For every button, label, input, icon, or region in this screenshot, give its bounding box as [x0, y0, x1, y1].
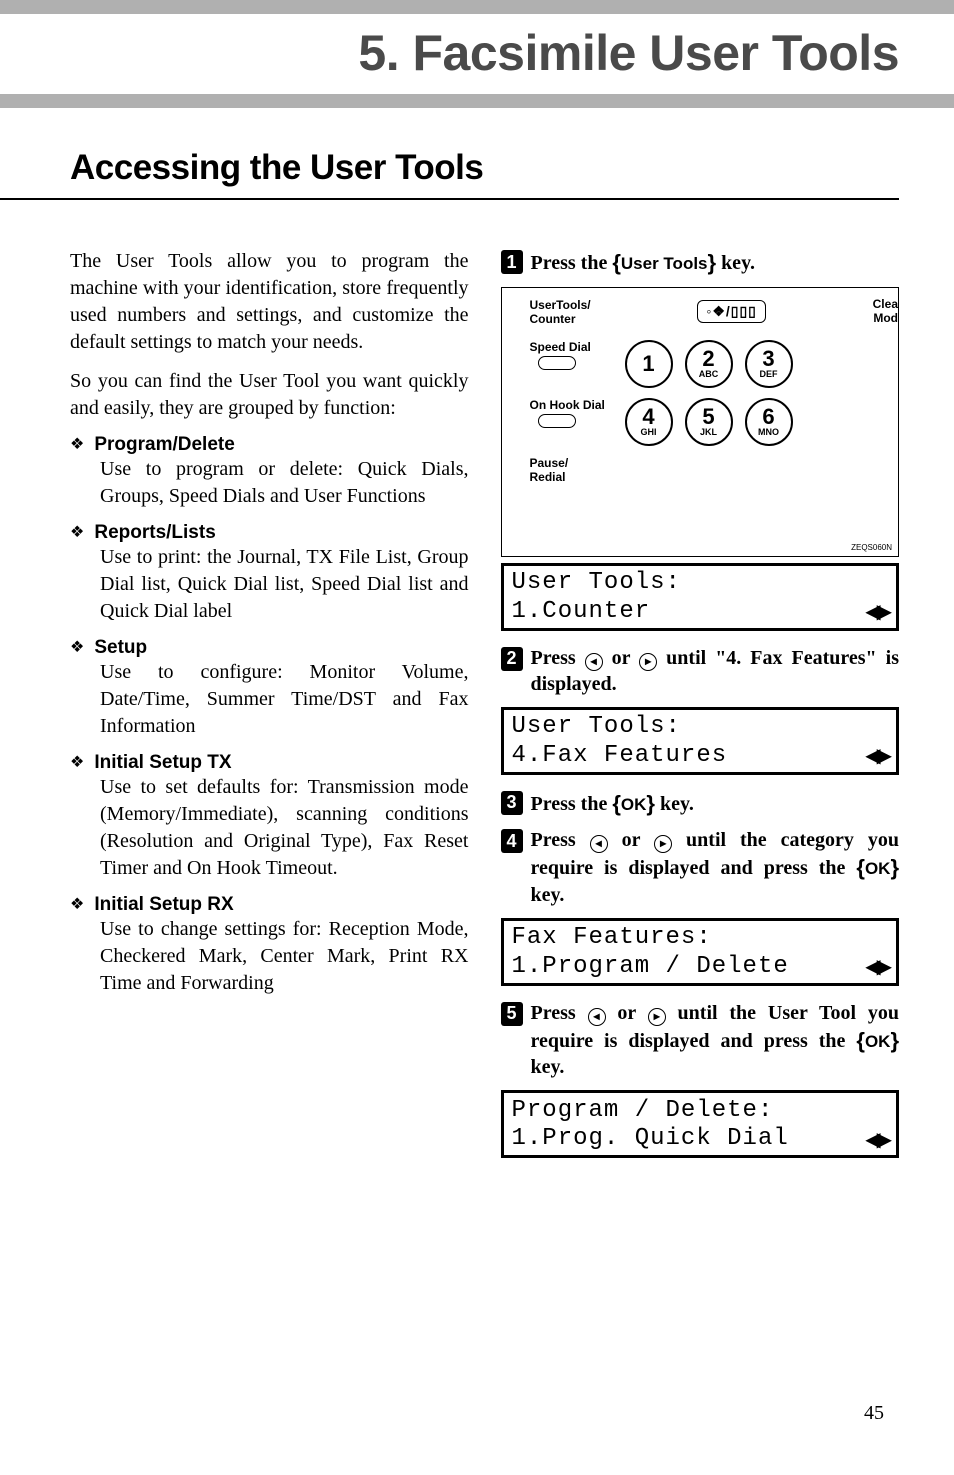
keypad-2: 2ABC: [685, 340, 733, 388]
item-desc: Use to program or delete: Quick Dials, G…: [70, 456, 469, 510]
lcd-line: 4.Fax Features: [512, 742, 728, 771]
arrows-icon: ◀▶: [865, 1128, 888, 1152]
counter-text: Counter: [530, 312, 591, 326]
step-text: Press ◂ or ▸ until the category you requ…: [531, 827, 900, 908]
item-label: Initial Setup TX: [94, 752, 231, 774]
right-arrow-icon: ▸: [654, 835, 672, 853]
diamond-icon: ❖: [70, 894, 84, 914]
lcd-display-4: Program / Delete: 1.Prog. Quick Dial ◀▶: [501, 1090, 900, 1158]
header-stripe: [0, 0, 954, 14]
step-number-icon: 2: [501, 647, 523, 671]
step-5: 5 Press ◂ or ▸ until the User Tool you r…: [501, 1000, 900, 1081]
lcd-line: 1.Prog. Quick Dial: [512, 1125, 789, 1154]
lcd-display-3: Fax Features: 1.Program / Delete ◀▶: [501, 918, 900, 986]
item-desc: Use to set defaults for: Transmission mo…: [70, 774, 469, 882]
step-2: 2 Press ◂ or ▸ until "4. Fax Features" i…: [501, 645, 900, 697]
intro-paragraph-1: The User Tools allow you to program the …: [70, 248, 469, 356]
lcd-display-2: User Tools: 4.Fax Features ◀▶: [501, 707, 900, 775]
step-4: 4 Press ◂ or ▸ until the category you re…: [501, 827, 900, 908]
keypad-3: 3DEF: [745, 340, 793, 388]
item-label: Setup: [94, 637, 147, 659]
intro-paragraph-2: So you can find the User Tool you want q…: [70, 368, 469, 422]
item-reports-lists: ❖ Reports/Lists Use to print: the Journa…: [70, 522, 469, 625]
lcd-line: 1.Counter: [512, 598, 651, 627]
mode-label: Mod: [873, 312, 898, 325]
item-desc: Use to configure: Monitor Volume, Date/T…: [70, 659, 469, 740]
content-columns: The User Tools allow you to program the …: [0, 208, 954, 1172]
left-arrow-icon: ◂: [588, 1008, 606, 1026]
arrows-icon: ◀▶: [865, 744, 888, 768]
step-1: 1 Press the {User Tools} key.: [501, 248, 900, 277]
step-number-icon: 1: [501, 250, 523, 274]
step-text: Press the {User Tools} key.: [531, 248, 900, 277]
chapter-title: 5. Facsimile User Tools: [0, 14, 954, 108]
item-label: Initial Setup RX: [94, 894, 233, 916]
lcd-display-1: User Tools: 1.Counter ◀▶: [501, 563, 900, 631]
usertools-badge: ◦❖/▯▯▯: [697, 300, 766, 323]
speed-dial-button-icon: [538, 356, 576, 370]
left-column: The User Tools allow you to program the …: [70, 248, 469, 1172]
lcd-line: User Tools:: [512, 713, 889, 742]
keypad-5: 5JKL: [685, 398, 733, 446]
diamond-icon: ❖: [70, 752, 84, 772]
item-program-delete: ❖ Program/Delete Use to program or delet…: [70, 434, 469, 510]
section-title: Accessing the User Tools: [0, 108, 899, 200]
step-number-icon: 3: [501, 791, 523, 815]
onhook-button-icon: [538, 414, 576, 428]
right-arrow-icon: ▸: [648, 1008, 666, 1026]
lcd-line: Program / Delete:: [512, 1097, 889, 1126]
arrows-icon: ◀▶: [865, 600, 888, 624]
item-label: Reports/Lists: [94, 522, 215, 544]
figure-number: ZEQS060N: [851, 543, 892, 552]
item-desc: Use to change settings for: Reception Mo…: [70, 916, 469, 997]
diamond-icon: ❖: [70, 637, 84, 657]
redial-label: Redial: [530, 470, 899, 484]
step-text: Press the {OK} key.: [531, 789, 900, 818]
keypad-4: 4GHI: [625, 398, 673, 446]
item-label: Program/Delete: [94, 434, 234, 456]
step-text: Press ◂ or ▸ until the User Tool you req…: [531, 1000, 900, 1081]
left-arrow-icon: ◂: [590, 835, 608, 853]
keypad-6: 6MNO: [745, 398, 793, 446]
keypad-1: 1: [625, 340, 673, 388]
usertools-text: UserTools/: [530, 298, 591, 312]
step-number-icon: 5: [501, 1002, 523, 1026]
page-number: 45: [864, 1402, 884, 1425]
item-initial-setup-tx: ❖ Initial Setup TX Use to set defaults f…: [70, 752, 469, 882]
step-number-icon: 4: [501, 829, 523, 853]
diamond-icon: ❖: [70, 522, 84, 542]
item-setup: ❖ Setup Use to configure: Monitor Volume…: [70, 637, 469, 740]
left-arrow-icon: ◂: [585, 653, 603, 671]
item-initial-setup-rx: ❖ Initial Setup RX Use to change setting…: [70, 894, 469, 997]
right-arrow-icon: ▸: [639, 653, 657, 671]
pause-label: Pause/: [530, 456, 899, 470]
step-text: Press ◂ or ▸ until "4. Fax Features" is …: [531, 645, 900, 697]
lcd-line: 1.Program / Delete: [512, 953, 789, 982]
clear-label: Clea: [873, 298, 898, 311]
item-desc: Use to print: the Journal, TX File List,…: [70, 544, 469, 625]
arrows-icon: ◀▶: [865, 955, 888, 979]
lcd-line: Fax Features:: [512, 924, 889, 953]
step-3: 3 Press the {OK} key.: [501, 789, 900, 818]
diamond-icon: ❖: [70, 434, 84, 454]
control-panel-figure: UserTools/ Counter ◦❖/▯▯▯ Clea Mod Speed…: [501, 287, 900, 557]
lcd-line: User Tools:: [512, 569, 889, 598]
right-column: 1 Press the {User Tools} key. UserTools/…: [501, 248, 900, 1172]
